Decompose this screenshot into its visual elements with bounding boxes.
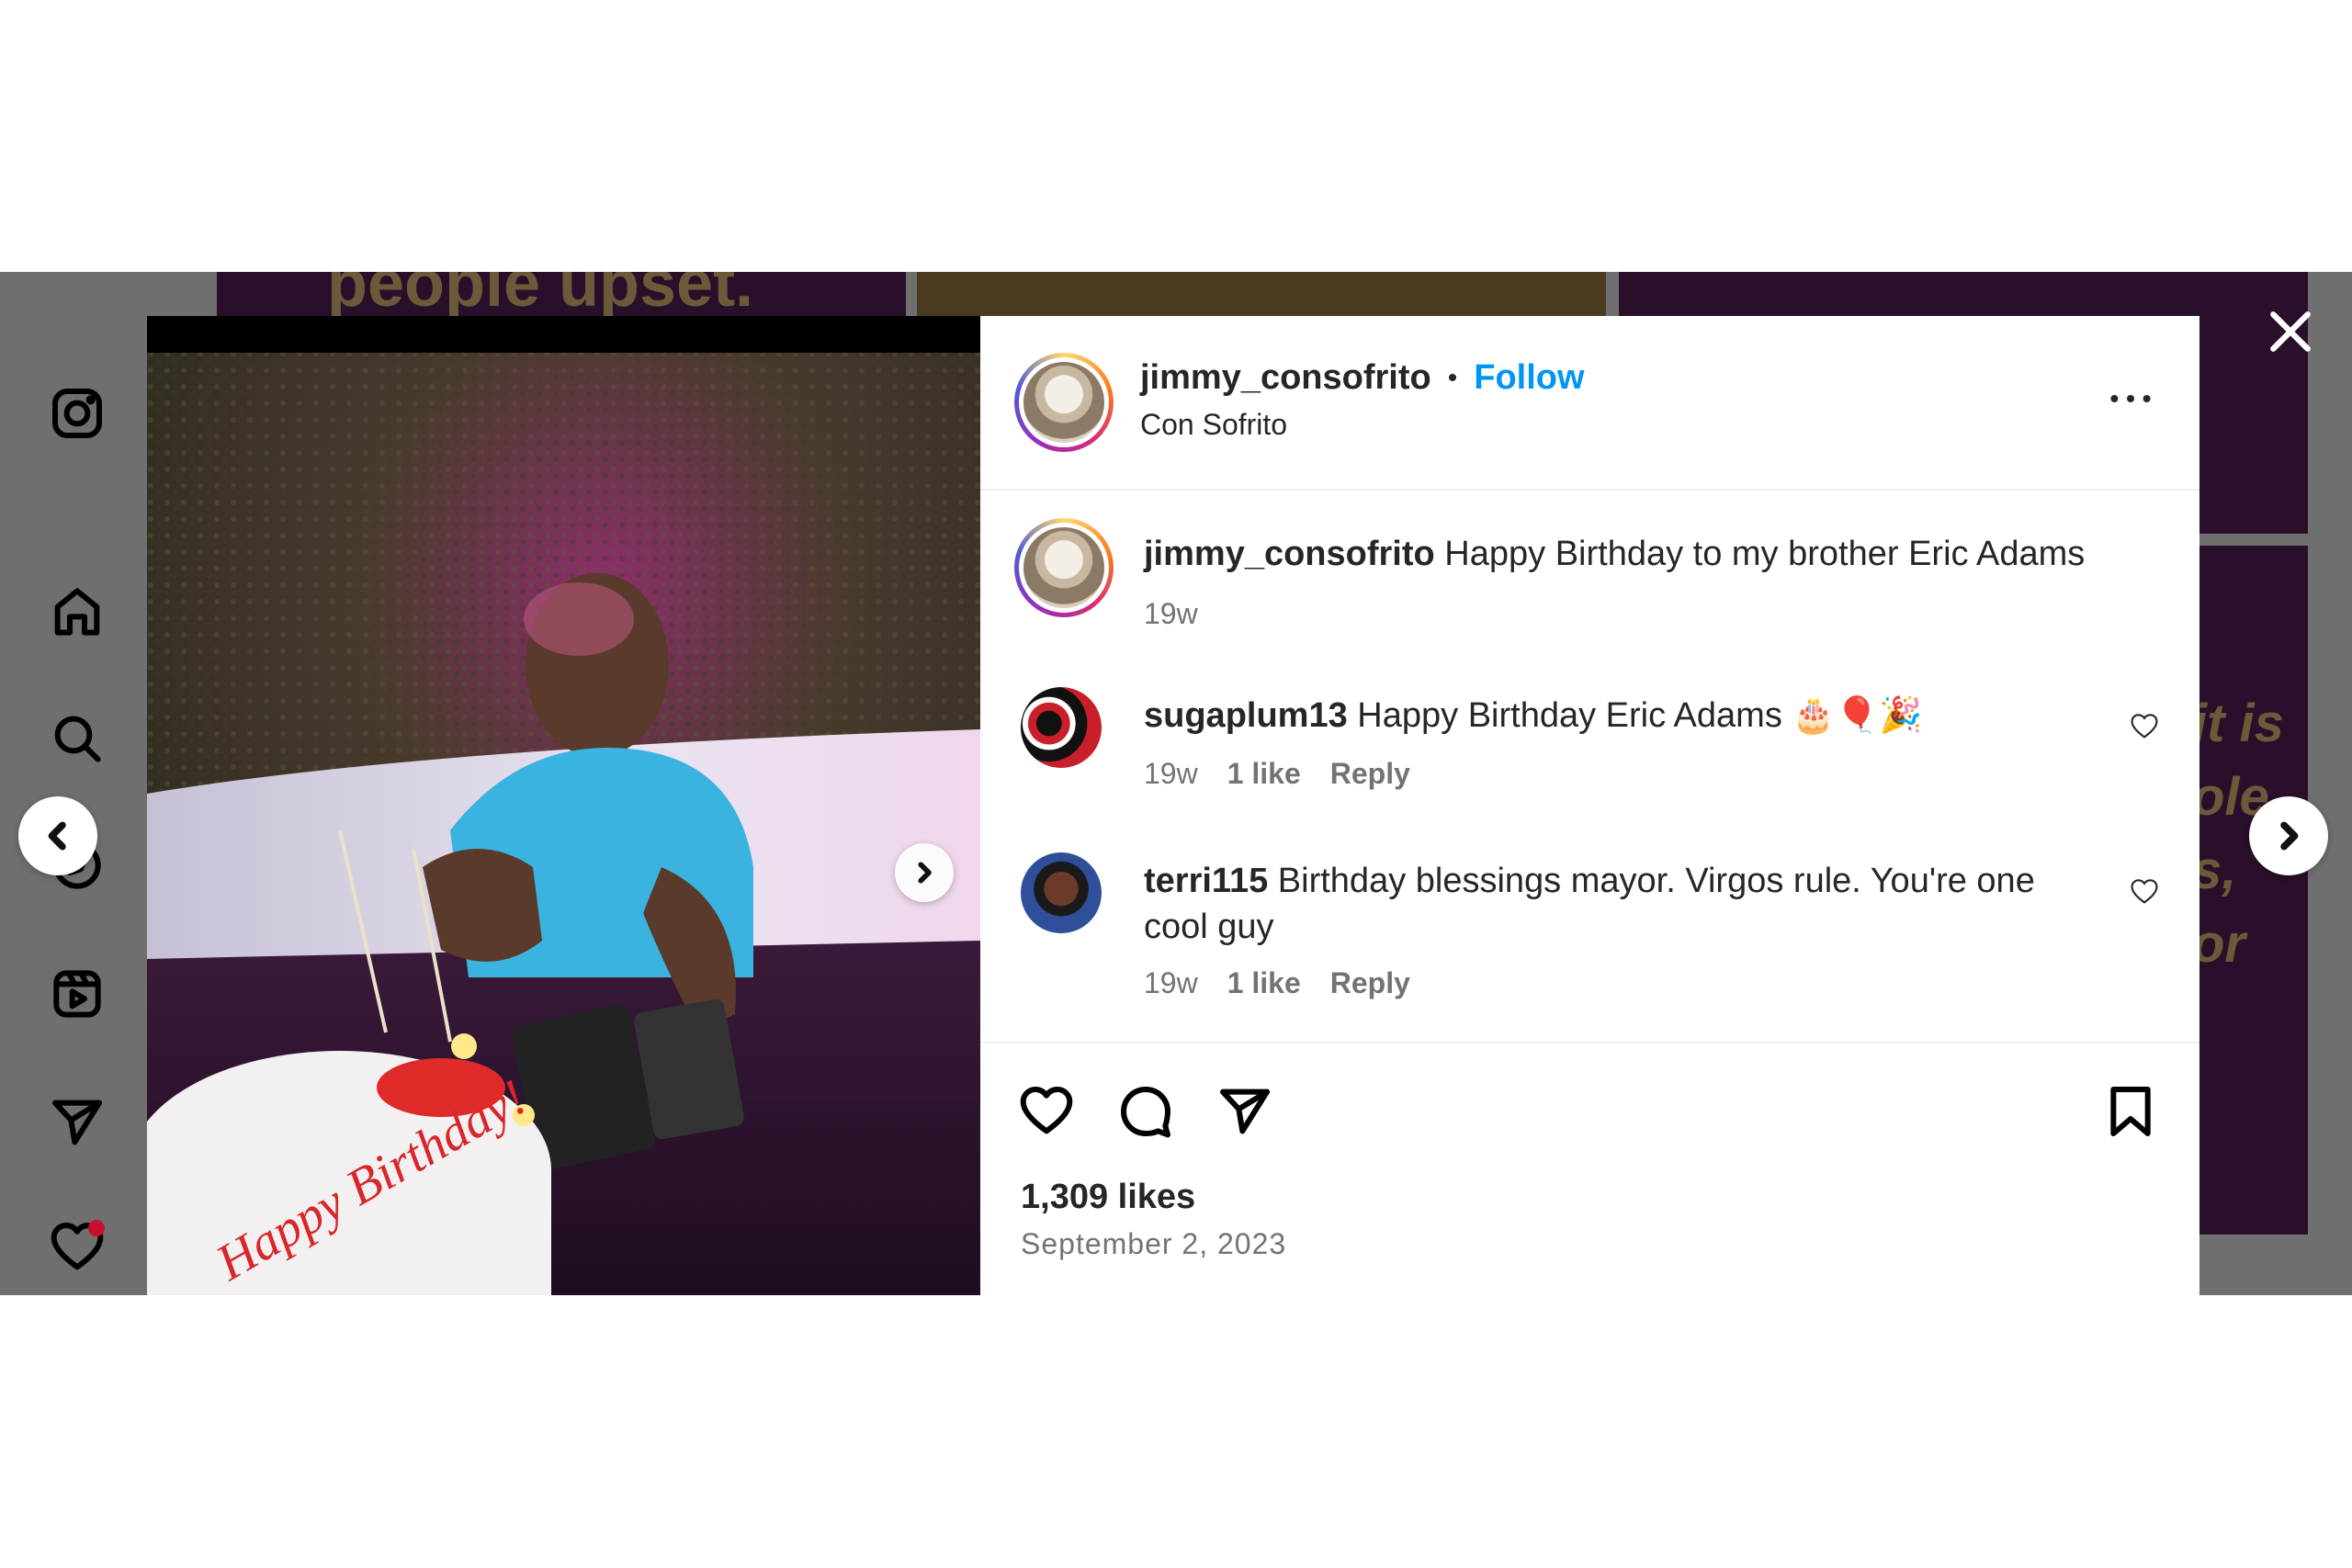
share-button[interactable] xyxy=(1216,1082,1274,1145)
author-subtitle[interactable]: Con Sofrito xyxy=(1140,408,1287,442)
author-avatar[interactable] xyxy=(1014,353,1114,452)
reply-button[interactable]: Reply xyxy=(1330,757,1410,791)
separator-dot: • xyxy=(1447,362,1458,393)
comment-icon xyxy=(1121,1087,1170,1138)
post-date[interactable]: September 2, 2023 xyxy=(1021,1227,1286,1261)
comment-button[interactable] xyxy=(1116,1082,1175,1145)
background-post-text: it is xyxy=(2192,694,2284,753)
previous-post-button[interactable] xyxy=(18,796,97,875)
notification-dot xyxy=(88,1220,105,1236)
comment-time[interactable]: 19w xyxy=(1144,757,1198,791)
comment-time[interactable]: 19w xyxy=(1144,966,1198,1000)
chevron-left-icon xyxy=(48,821,66,851)
comment-text: Birthday blessings mayor. Virgos rule. Y… xyxy=(1144,862,2035,946)
direct-message-icon[interactable] xyxy=(44,1089,110,1156)
author-username[interactable]: jimmy_consofrito xyxy=(1140,358,1431,398)
heart-icon xyxy=(2131,879,2158,904)
modal-overlay[interactable]: people upset. it is ole s, or Happy Birt… xyxy=(0,272,2352,1295)
post-image[interactable]: Happy Birthday! xyxy=(147,316,980,1295)
action-bar: 1,309 likes September 2, 2023 xyxy=(980,1042,2199,1295)
caption-avatar[interactable] xyxy=(1014,518,1114,617)
send-icon xyxy=(1220,1089,1270,1134)
save-button[interactable] xyxy=(2101,1082,2160,1145)
like-button[interactable] xyxy=(1017,1082,1076,1145)
commenter-avatar[interactable] xyxy=(1021,687,1102,768)
comment-username[interactable]: terri115 xyxy=(1144,862,1268,900)
post-header: jimmy_consofrito • Follow Con Sofrito xyxy=(980,316,2199,491)
reels-icon[interactable] xyxy=(44,961,110,1027)
comment-like-button[interactable] xyxy=(2129,711,2160,747)
commenter-avatar[interactable] xyxy=(1021,852,1102,933)
bookmark-icon xyxy=(2110,1087,2151,1136)
instagram-icon[interactable] xyxy=(44,380,110,446)
comment-text: Happy Birthday Eric Adams 🎂🎈🎉 xyxy=(1357,696,1923,735)
next-post-button[interactable] xyxy=(2249,796,2328,875)
comment: terri115 Birthday blessings mayor. Virgo… xyxy=(980,852,2199,1018)
caption-username[interactable]: jimmy_consofrito xyxy=(1144,535,1435,573)
caption-time[interactable]: 19w xyxy=(1144,597,1198,631)
notifications-heart-icon[interactable] xyxy=(44,1214,110,1280)
close-icon xyxy=(2270,311,2311,352)
chevron-right-icon xyxy=(918,862,932,884)
caption-text: Happy Birthday to my brother Eric Adams xyxy=(1444,535,2086,573)
heart-icon xyxy=(1020,1087,1073,1134)
background-post-text: or xyxy=(2192,914,2245,974)
avatar-image xyxy=(1023,362,1104,443)
search-icon[interactable] xyxy=(44,705,110,772)
background-post-tile: people upset. xyxy=(217,272,906,321)
close-button[interactable] xyxy=(2267,309,2313,355)
post-photo: Happy Birthday! xyxy=(147,316,980,1295)
comment: sugaplum13 Happy Birthday Eric Adams 🎂🎈🎉… xyxy=(980,687,2199,816)
likes-count[interactable]: 1,309 likes xyxy=(1021,1178,1195,1217)
comment-username[interactable]: sugaplum13 xyxy=(1144,696,1348,735)
avatar-image xyxy=(1023,527,1104,608)
follow-button[interactable]: Follow xyxy=(1474,358,1584,398)
post-details-panel: jimmy_consofrito • Follow Con Sofrito ji… xyxy=(980,316,2199,1295)
more-options-button[interactable] xyxy=(2103,380,2158,417)
reply-button[interactable]: Reply xyxy=(1330,966,1410,1000)
background-post-text: people upset. xyxy=(327,272,754,321)
comment-likes[interactable]: 1 like xyxy=(1227,757,1301,791)
comment-like-button[interactable] xyxy=(2129,876,2160,912)
heart-icon xyxy=(2131,714,2158,739)
background-post-tile xyxy=(917,272,1606,316)
comment-likes[interactable]: 1 like xyxy=(1227,966,1301,1000)
post-modal: Happy Birthday! jimmy_consofrito • Follo… xyxy=(147,316,2199,1295)
carousel-next-button[interactable] xyxy=(895,843,954,902)
more-horizontal-icon xyxy=(2110,395,2151,402)
background-post-tile: it is ole s, or xyxy=(2192,546,2308,1235)
home-icon[interactable] xyxy=(44,579,110,645)
chevron-right-icon xyxy=(2280,821,2299,851)
